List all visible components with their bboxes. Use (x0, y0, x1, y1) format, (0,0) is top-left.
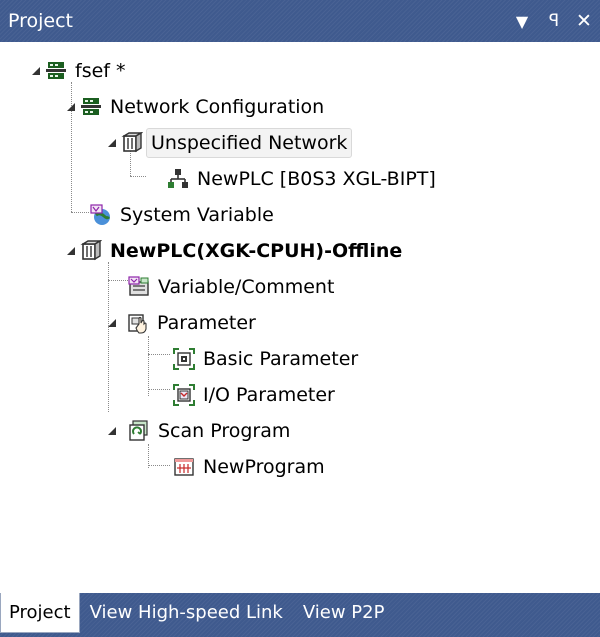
tree-item-label: Parameter (157, 312, 256, 334)
tree-item-parameter[interactable]: Parameter (126, 306, 261, 340)
tree-item-label: fsef * (75, 60, 126, 82)
io-parameter-icon (172, 383, 196, 407)
basic-parameter-icon (172, 347, 196, 371)
expand-arrow-icon[interactable] (67, 247, 75, 255)
tree-connector (148, 336, 149, 396)
tree-item-basic-parameter[interactable]: Basic Parameter (172, 342, 363, 376)
parameter-icon (126, 311, 150, 335)
scan-program-icon (127, 419, 151, 443)
tree-item-unspecified-network[interactable]: Unspecified Network (120, 126, 353, 160)
tree-connector (148, 354, 170, 355)
tree-item-io-parameter[interactable]: I/O Parameter (172, 378, 340, 412)
tab-view-p2p[interactable]: View P2P (293, 593, 395, 631)
expand-arrow-icon[interactable] (108, 427, 116, 435)
tree-item-label: NewPLC(XGK-CPUH)-Offline (110, 240, 403, 262)
tree-connector (148, 465, 170, 466)
plc-node-icon (166, 167, 190, 191)
tree-item-label: NewProgram (203, 456, 325, 478)
project-network-icon (44, 59, 68, 83)
close-icon[interactable]: ✕ (572, 9, 596, 33)
tree-connector (71, 212, 89, 213)
bottom-tab-bar: Project View High-speed Link View P2P (0, 593, 600, 637)
tree-item-variable-comment[interactable]: Variable/Comment (127, 270, 339, 304)
expand-arrow-icon[interactable] (32, 67, 40, 75)
tree-item-scan-program[interactable]: Scan Program (127, 414, 295, 448)
program-icon (172, 455, 196, 479)
tree-connector (71, 82, 72, 212)
tab-label: Project (9, 602, 71, 623)
tab-label: View High-speed Link (89, 601, 283, 623)
pin-icon[interactable]: ꟼ (542, 9, 566, 33)
network-icon (120, 131, 144, 155)
tree-item-new-program[interactable]: NewProgram (172, 450, 330, 484)
tree-connector (108, 280, 128, 281)
tree-item-label: Basic Parameter (203, 348, 359, 370)
panel-titlebar: Project ▼ ꟼ ✕ (0, 0, 600, 42)
tree-item-label: NewPLC [B0S3 XGL-BIPT] (197, 168, 436, 190)
tree-connector (108, 262, 109, 412)
expand-arrow-icon[interactable] (108, 139, 116, 147)
tree-connector (130, 176, 146, 177)
tree-item-system-variable[interactable]: System Variable (89, 198, 279, 232)
dropdown-icon[interactable]: ▼ (510, 9, 534, 33)
system-variable-icon (89, 203, 113, 227)
tab-project[interactable]: Project (0, 593, 80, 633)
tree-item-label: Variable/Comment (158, 276, 335, 298)
tree-item-label: Scan Program (158, 420, 291, 442)
tree-item-label: System Variable (120, 204, 274, 226)
tree-item-label: Unspecified Network (146, 128, 353, 158)
project-tree[interactable]: fsef * Network Configuration Unspecified… (0, 42, 600, 582)
tab-label: View P2P (302, 601, 385, 623)
expand-arrow-icon[interactable] (108, 319, 116, 327)
tree-item-project-root[interactable]: fsef * (44, 54, 131, 88)
network-config-icon (79, 95, 103, 119)
tab-view-high-speed-link[interactable]: View High-speed Link (80, 593, 293, 631)
plc-icon (79, 239, 103, 263)
expand-arrow-icon[interactable] (67, 103, 75, 111)
panel-title: Project (8, 10, 74, 32)
tree-connector (148, 389, 170, 390)
tree-item-plc[interactable]: NewPLC(XGK-CPUH)-Offline (79, 234, 407, 268)
tree-item-label: Network Configuration (110, 96, 325, 118)
tree-item-label: I/O Parameter (203, 384, 335, 406)
variable-comment-icon (127, 275, 151, 299)
tree-item-plc-network-node[interactable]: NewPLC [B0S3 XGL-BIPT] (166, 162, 441, 196)
tree-item-network-configuration[interactable]: Network Configuration (79, 90, 329, 124)
